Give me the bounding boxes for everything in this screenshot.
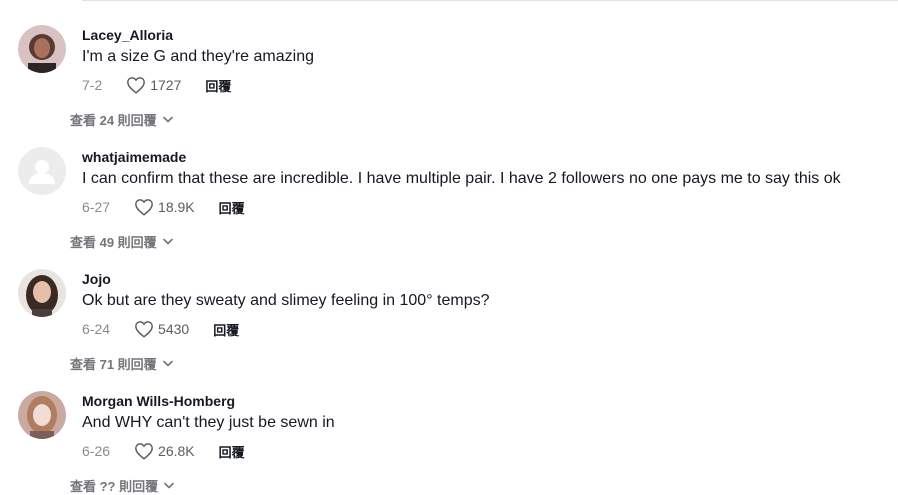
- comment-text: And WHY can't they just be sewn in: [82, 414, 335, 431]
- like-count: 1727: [150, 77, 182, 93]
- comment-username[interactable]: Morgan Wills-Homberg: [82, 392, 235, 410]
- comment-meta: 6-24 5430 回覆: [82, 318, 239, 340]
- comment-username[interactable]: Jojo: [82, 270, 111, 288]
- comment-text: I'm a size G and they're amazing: [82, 48, 314, 65]
- reply-button[interactable]: 回覆: [219, 198, 245, 217]
- chevron-down-icon: [162, 116, 173, 122]
- avatar-photo-icon: [18, 25, 66, 73]
- top-divider: [82, 0, 898, 1]
- avatar[interactable]: [18, 269, 66, 317]
- reply-button[interactable]: 回覆: [219, 442, 245, 461]
- heart-outline-icon: [135, 199, 153, 216]
- avatar-photo-icon: [18, 269, 66, 317]
- comment-username[interactable]: whatjaimemade: [82, 148, 186, 166]
- chevron-down-icon: [162, 360, 173, 366]
- view-replies-label: 查看 71 則回覆: [70, 356, 157, 372]
- chevron-down-icon: [162, 238, 173, 244]
- like-count: 5430: [158, 321, 190, 337]
- like-count: 18.9K: [158, 199, 195, 215]
- comment-date: 6-26: [82, 443, 111, 459]
- default-person-icon: [18, 147, 66, 195]
- view-replies-label: 查看 24 則回覆: [70, 112, 157, 128]
- comment-text: Ok but are they sweaty and slimey feelin…: [82, 292, 490, 309]
- heart-outline-icon: [135, 443, 153, 460]
- avatar-photo-icon: [18, 391, 66, 439]
- comment-date: 6-24: [82, 321, 111, 337]
- avatar[interactable]: [18, 147, 66, 195]
- comment-text: I can confirm that these are incredible.…: [82, 170, 841, 187]
- avatar[interactable]: [18, 391, 66, 439]
- reply-button[interactable]: 回覆: [205, 76, 231, 95]
- comment-username[interactable]: Lacey_Alloria: [82, 26, 173, 44]
- view-replies-button[interactable]: 查看 71 則回覆: [70, 353, 173, 373]
- view-replies-button[interactable]: 查看 24 則回覆: [70, 109, 173, 129]
- like-button[interactable]: 5430: [134, 320, 213, 338]
- view-replies-button[interactable]: 查看 49 則回覆: [70, 231, 173, 251]
- view-replies-button[interactable]: 查看 ?? 則回覆: [70, 475, 174, 495]
- comment-meta: 6-26 26.8K 回覆: [82, 440, 245, 462]
- chevron-down-icon: [164, 482, 174, 488]
- reply-button[interactable]: 回覆: [213, 320, 239, 339]
- comment-meta: 7-2 1727 回覆: [82, 74, 231, 96]
- like-button[interactable]: 18.9K: [134, 198, 219, 216]
- avatar[interactable]: [18, 25, 66, 73]
- heart-outline-icon: [127, 77, 146, 94]
- comment-date: 7-2: [82, 77, 103, 93]
- like-button[interactable]: 26.8K: [134, 442, 219, 460]
- like-count: 26.8K: [158, 443, 195, 459]
- comment-meta: 6-27 18.9K 回覆: [82, 196, 245, 218]
- view-replies-label: 查看 ?? 則回覆: [70, 478, 159, 494]
- heart-outline-icon: [135, 321, 153, 338]
- comment-date: 6-27: [82, 199, 111, 215]
- view-replies-label: 查看 49 則回覆: [70, 234, 157, 250]
- like-button[interactable]: 1727: [126, 76, 205, 94]
